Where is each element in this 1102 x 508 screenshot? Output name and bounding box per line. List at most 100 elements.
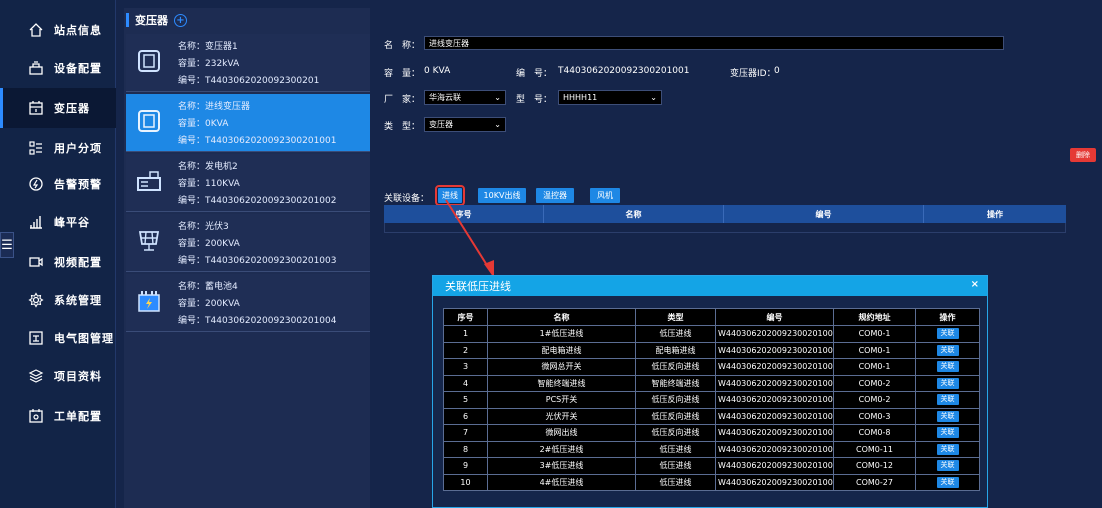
type-label: 类 型： xyxy=(384,122,421,132)
cell-action: 关联 xyxy=(915,424,980,442)
home-icon xyxy=(28,22,44,38)
nav-item-project-docs[interactable]: 项目资料 xyxy=(0,356,116,396)
device-name: 名称：变压器1 xyxy=(178,42,238,52)
nav-label: 告警预警 xyxy=(54,178,102,191)
nav-item-transformer[interactable]: 变压器 xyxy=(0,88,116,128)
cell-action: 关联 xyxy=(915,358,980,376)
nav-label: 变压器 xyxy=(54,102,90,115)
link-button[interactable]: 关联 xyxy=(936,427,959,439)
link-button[interactable]: 关联 xyxy=(936,344,959,356)
plus-circle-icon[interactable]: + xyxy=(174,13,187,27)
link-button[interactable]: 关联 xyxy=(936,377,959,389)
link-button[interactable]: 关联 xyxy=(936,476,959,488)
sidebar-nav: 站点信息 设备配置 变压器 用户分项 告警预警 峰平谷 视频配置 系统管理 电气… xyxy=(0,0,116,508)
chevron-down-icon: ⌄ xyxy=(494,93,501,102)
column-header: 序号 xyxy=(443,308,488,326)
cell-name: 微网总开关 xyxy=(487,358,636,376)
name-input[interactable] xyxy=(424,36,1004,50)
nav-item-device-config[interactable]: 设备配置 xyxy=(0,48,116,88)
model-selected: HHHH11 xyxy=(563,93,598,102)
cell-action: 关联 xyxy=(915,440,980,458)
transformer-box-icon xyxy=(136,48,162,74)
column-header: 操作 xyxy=(987,209,1003,219)
device-card[interactable]: 名称：光伏3 容量：200KVA 编号：T4403062020092300201… xyxy=(126,214,370,272)
link-button[interactable]: 关联 xyxy=(936,394,959,406)
link-button[interactable]: 关联 xyxy=(936,460,959,472)
cell-no: 5 xyxy=(443,391,488,409)
device-capacity: 容量：110KVA xyxy=(178,179,240,189)
close-icon[interactable]: × xyxy=(971,279,979,290)
cell-type: 低压反向进线 xyxy=(635,391,716,409)
delete-button[interactable]: 删除 xyxy=(1070,148,1096,162)
device-card-active[interactable]: 名称：进线变压器 容量：0KVA 编号：T4403062020092300201… xyxy=(126,94,370,152)
cell-name: 3#低压进线 xyxy=(487,457,636,475)
nav-item-system-management[interactable]: 系统管理 xyxy=(0,280,116,320)
cell-code: W4403062020092300201008 xyxy=(715,374,834,392)
layers-icon xyxy=(28,368,44,384)
column-header: 名称 xyxy=(487,308,636,326)
cell-no: 10 xyxy=(443,473,488,491)
cell-addr: COM0-11 xyxy=(833,440,916,458)
type-selected: 变压器 xyxy=(429,120,453,129)
cell-type: 配电箱进线 xyxy=(635,341,716,359)
device-card[interactable]: 名称：蓄电池4 容量：200KVA 编号：T440306202009230020… xyxy=(126,274,370,332)
related-tab-fan[interactable]: 风机 xyxy=(590,188,620,203)
model-select[interactable]: HHHH11 ⌄ xyxy=(558,90,662,105)
link-button[interactable]: 关联 xyxy=(936,443,959,455)
device-code: 编号：T4403062020092300201002 xyxy=(178,196,337,206)
cell-code: W4403062020092300201007 xyxy=(715,341,834,359)
cell-no: 3 xyxy=(443,358,488,376)
nav-item-electrical-diagram[interactable]: 电气图管理 xyxy=(0,318,116,358)
column-header: 规约地址 xyxy=(833,308,916,326)
cell-name: 微网出线 xyxy=(487,424,636,442)
chevron-down-icon: ⌄ xyxy=(494,120,501,129)
type-select[interactable]: 变压器 ⌄ xyxy=(424,117,506,132)
cell-name: PCS开关 xyxy=(487,391,636,409)
vendor-select[interactable]: 华海云联 ⌄ xyxy=(424,90,506,105)
cell-name: 光伏开关 xyxy=(487,407,636,425)
nav-item-video-config[interactable]: 视频配置 xyxy=(0,242,116,282)
table-row: 2 配电箱进线 配电箱进线 W4403062020092300201007 COM0-1… xyxy=(443,341,980,359)
signal-icon xyxy=(28,214,44,230)
vendor-label: 厂 家： xyxy=(384,95,421,105)
nav-item-alarm[interactable]: 告警预警 xyxy=(0,164,116,204)
nav-item-peak-valley[interactable]: 峰平谷 xyxy=(0,202,116,242)
cell-addr: COM0-8 xyxy=(833,424,916,442)
related-tab-temp-controller[interactable]: 温控器 xyxy=(536,188,574,203)
table-row: 5 PCS开关 低压反向进线 W4403062020092300201003 COM0-… xyxy=(443,391,980,409)
device-card[interactable]: 名称：发电机2 容量：110KVA 编号：T440306202009230020… xyxy=(126,154,370,212)
cell-action: 关联 xyxy=(915,374,980,392)
device-code: 编号：T44030620200923002010​01 xyxy=(178,136,337,146)
link-button[interactable]: 关联 xyxy=(936,328,959,340)
cell-addr: COM0-1 xyxy=(833,325,916,343)
nav-label: 工单配置 xyxy=(54,410,102,423)
nav-label: 视频配置 xyxy=(54,256,102,269)
nav-item-user-category[interactable]: 用户分项 xyxy=(0,128,116,168)
cell-type: 低压进线 xyxy=(635,325,716,343)
cell-code: W4403062020092300201002 xyxy=(715,325,834,343)
link-button[interactable]: 关联 xyxy=(936,410,959,422)
table-header-row: 序号 名称 类型 编号 规约地址 操作 xyxy=(443,308,980,326)
cell-addr: COM0-1 xyxy=(833,358,916,376)
annotation-arrow xyxy=(445,199,494,278)
nav-item-site-info[interactable]: 站点信息 xyxy=(0,10,116,50)
link-low-voltage-modal: 关联低压进线 × 序号 名称 类型 编号 规约地址 操作 1 1#低压进线 低压进线… xyxy=(432,275,988,508)
nav-label: 项目资料 xyxy=(54,370,102,383)
link-button[interactable]: 关联 xyxy=(936,361,959,373)
cell-code: W4403062020092300201002 xyxy=(715,473,834,491)
cell-code: W4403062020092300201002 xyxy=(715,457,834,475)
nav-label: 用户分项 xyxy=(54,142,102,155)
device-card[interactable]: 名称：变压器1 容量：232kVA 编号：T440306202009230020… xyxy=(126,34,370,92)
device-name: 名称：进线变压器 xyxy=(178,102,251,112)
column-header: 类型 xyxy=(635,308,716,326)
menu-icon[interactable]: ☰ xyxy=(0,232,14,258)
cell-addr: COM0-3 xyxy=(833,407,916,425)
table-row: 6 光伏开关 低压反向进线 W4403062020092300201003 COM0-3… xyxy=(443,407,980,425)
cell-type: 低压反向进线 xyxy=(635,424,716,442)
code-value: T4403062020092300201001 xyxy=(558,66,690,76)
cell-name: 1#低压进线 xyxy=(487,325,636,343)
cell-code: W4403062020092300201003 xyxy=(715,407,834,425)
nav-item-work-order[interactable]: 工单配置 xyxy=(0,396,116,436)
diagram-icon xyxy=(28,330,44,346)
code-label: 编 号： xyxy=(516,69,553,79)
